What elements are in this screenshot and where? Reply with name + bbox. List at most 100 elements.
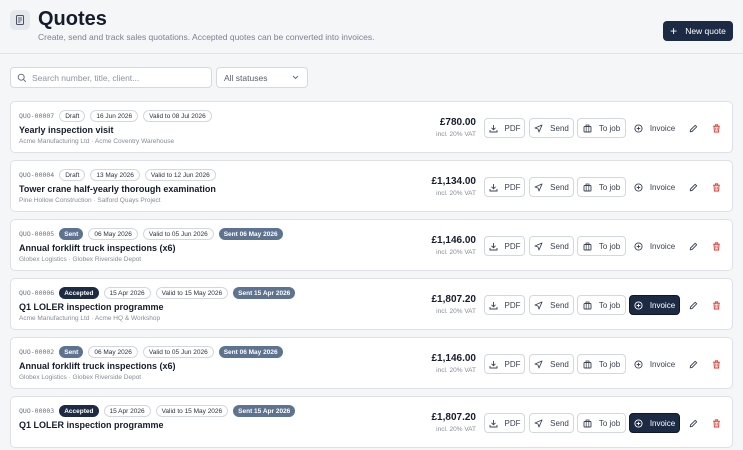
download-icon [489, 360, 498, 369]
quote-date: 16 Jun 2026 [90, 110, 139, 122]
plus-circle-icon [634, 418, 643, 428]
delete-button[interactable] [708, 354, 724, 374]
delete-button[interactable] [708, 295, 724, 315]
invoice-button[interactable]: Invoice [629, 295, 680, 315]
to-job-label: To job [598, 359, 621, 369]
pdf-button[interactable]: PDF [484, 295, 525, 315]
delete-button[interactable] [708, 118, 724, 138]
status-badge: Accepted [59, 287, 99, 299]
send-icon [534, 242, 543, 251]
quote-client: Acme Manufacturing Ltd · Acme Coventry W… [19, 138, 175, 145]
to-job-button[interactable]: To job [577, 177, 626, 197]
delete-button[interactable] [708, 177, 724, 197]
status-filter-select[interactable]: All statuses [216, 67, 308, 88]
pdf-label: PDF [504, 123, 521, 133]
send-label: Send [550, 300, 569, 310]
plus-circle-icon [634, 300, 643, 310]
quote-vat: incl. 20% VAT [436, 249, 476, 256]
quote-amount: £1,807.20 [431, 294, 477, 305]
quote-client: Acme Manufacturing Ltd · Acme HQ & Works… [19, 315, 161, 322]
quote-row: QUO-00003 Accepted 15 Apr 2026 Valid to … [10, 396, 733, 448]
quote-amount: £1,146.00 [431, 353, 477, 364]
edit-button[interactable] [685, 413, 701, 433]
to-job-label: To job [598, 241, 621, 251]
quote-actions: PDF Send To job Invoice [484, 118, 724, 138]
send-icon [534, 124, 543, 133]
send-label: Send [550, 241, 569, 251]
send-icon [534, 183, 543, 192]
edit-button[interactable] [685, 118, 701, 138]
pdf-label: PDF [504, 300, 521, 310]
search-input[interactable] [32, 72, 202, 83]
pdf-button[interactable]: PDF [484, 413, 525, 433]
download-icon [489, 301, 498, 310]
pencil-icon [689, 124, 698, 133]
download-icon [489, 419, 498, 428]
pdf-button[interactable]: PDF [484, 118, 525, 138]
edit-button[interactable] [685, 354, 701, 374]
pdf-button[interactable]: PDF [484, 354, 525, 374]
valid-to: Valid to 15 May 2026 [155, 287, 229, 299]
quote-vat: incl. 20% VAT [436, 308, 476, 315]
quote-date: 15 Apr 2026 [103, 287, 151, 299]
to-job-button[interactable]: To job [577, 118, 626, 138]
quote-vat: incl. 20% VAT [436, 131, 476, 138]
trash-icon [712, 418, 721, 428]
to-job-label: To job [598, 300, 621, 310]
delete-button[interactable] [708, 236, 724, 256]
pdf-label: PDF [504, 418, 521, 428]
send-button[interactable]: Send [529, 236, 574, 256]
valid-to: Valid to 12 Jun 2026 [144, 169, 216, 181]
quote-title[interactable]: Annual forklift truck inspections (x6) [19, 361, 176, 371]
to-job-button[interactable]: To job [577, 236, 626, 256]
send-button[interactable]: Send [529, 295, 574, 315]
invoice-button[interactable]: Invoice [629, 236, 680, 256]
quote-title[interactable]: Annual forklift truck inspections (x6) [19, 243, 176, 253]
send-button[interactable]: Send [529, 413, 574, 433]
briefcase-icon [583, 242, 592, 251]
invoice-label: Invoice [649, 123, 676, 133]
invoice-button[interactable]: Invoice [629, 177, 680, 197]
search-box[interactable] [10, 67, 212, 88]
send-button[interactable]: Send [529, 354, 574, 374]
invoice-button[interactable]: Invoice [629, 118, 680, 138]
send-button[interactable]: Send [529, 118, 574, 138]
to-job-button[interactable]: To job [577, 295, 626, 315]
download-icon [489, 242, 498, 251]
pdf-button[interactable]: PDF [484, 236, 525, 256]
pdf-label: PDF [504, 241, 521, 251]
briefcase-icon [583, 419, 592, 428]
new-quote-button[interactable]: + New quote [663, 21, 733, 41]
send-icon [534, 419, 543, 428]
quote-amount: £1,807.20 [431, 412, 477, 423]
invoice-button[interactable]: Invoice [629, 354, 680, 374]
quotes-icon [10, 10, 30, 30]
sent-date-badge: Sent 06 May 2026 [218, 228, 283, 240]
edit-button[interactable] [685, 236, 701, 256]
quote-row: QUO-00007 Draft 16 Jun 2026 Valid to 08 … [10, 101, 733, 153]
valid-to: Valid to 15 May 2026 [155, 405, 229, 417]
to-job-label: To job [598, 123, 621, 133]
edit-button[interactable] [685, 177, 701, 197]
invoice-button[interactable]: Invoice [629, 413, 680, 433]
delete-button[interactable] [708, 413, 724, 433]
invoice-label: Invoice [649, 418, 676, 428]
quote-actions: PDF Send To job Invoice [484, 354, 724, 374]
pdf-button[interactable]: PDF [484, 177, 525, 197]
pencil-icon [689, 301, 698, 310]
invoice-label: Invoice [649, 241, 676, 251]
status-badge: Sent [59, 346, 84, 358]
quote-title[interactable]: Yearly inspection visit [19, 125, 114, 135]
to-job-button[interactable]: To job [577, 413, 626, 433]
edit-button[interactable] [685, 295, 701, 315]
pencil-icon [689, 242, 698, 251]
send-label: Send [550, 182, 569, 192]
quote-actions: PDF Send To job Invoice [484, 236, 724, 256]
plus-icon: + [670, 24, 678, 38]
send-button[interactable]: Send [529, 177, 574, 197]
to-job-button[interactable]: To job [577, 354, 626, 374]
quote-title[interactable]: Q1 LOLER inspection programme [19, 420, 164, 430]
quote-title[interactable]: Tower crane half-yearly thorough examina… [19, 184, 216, 194]
quote-title[interactable]: Q1 LOLER inspection programme [19, 302, 164, 312]
briefcase-icon [583, 301, 592, 310]
